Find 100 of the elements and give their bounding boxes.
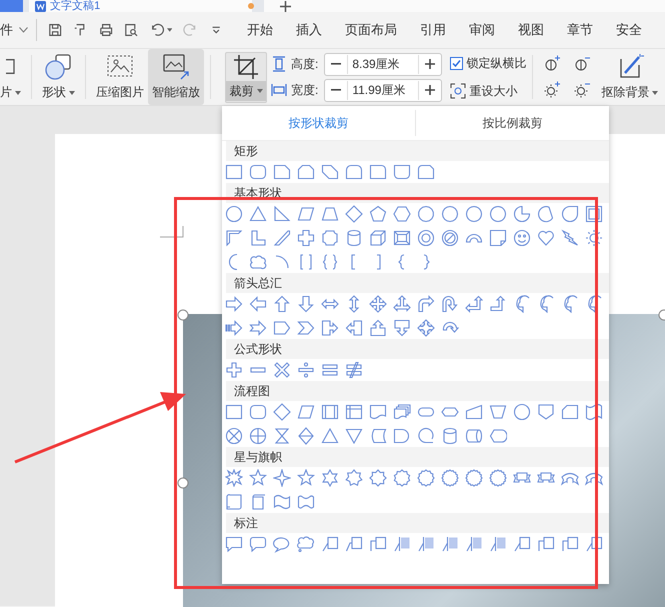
off-page-connector-icon[interactable]: [537, 403, 555, 421]
height-field[interactable]: 8.39厘米: [324, 52, 442, 76]
eight-point-star-icon[interactable]: [369, 469, 387, 487]
rectangle-icon[interactable]: [225, 163, 243, 181]
right-triangle-icon[interactable]: [273, 205, 291, 223]
reset-size-button[interactable]: 重设大小: [450, 82, 526, 100]
l-shape-icon[interactable]: [249, 229, 267, 247]
internal-storage-icon[interactable]: [345, 403, 363, 421]
accent-callout-icon[interactable]: [441, 535, 459, 553]
sixteen-point-star-icon[interactable]: [489, 469, 507, 487]
accent-callout-icon[interactable]: [489, 535, 507, 553]
cross-icon[interactable]: [297, 229, 315, 247]
decagon-icon[interactable]: [465, 205, 483, 223]
dodecagon-icon[interactable]: [489, 205, 507, 223]
not-equal-sign-icon[interactable]: [345, 361, 363, 379]
ten-point-star-icon[interactable]: [393, 469, 411, 487]
sort-diamond-icon[interactable]: [297, 427, 315, 445]
cloud-icon[interactable]: [249, 253, 267, 271]
left-callout-arrow-icon[interactable]: [345, 319, 363, 337]
down-callout-arrow-icon[interactable]: [393, 319, 411, 337]
donut-icon[interactable]: [417, 229, 435, 247]
chevron-icon[interactable]: [297, 319, 315, 337]
pentagon-arrow-icon[interactable]: [273, 319, 291, 337]
trapezoid-icon[interactable]: [321, 205, 339, 223]
rectangle-icon[interactable]: [225, 403, 243, 421]
explosion-icon[interactable]: [225, 469, 243, 487]
direct-access-storage-icon[interactable]: [465, 427, 483, 445]
pie-icon[interactable]: [513, 205, 531, 223]
display-icon[interactable]: [489, 427, 507, 445]
summing-junction-icon[interactable]: [225, 427, 243, 445]
quad-callout-arrow-icon[interactable]: [417, 319, 435, 337]
five-point-star-icon[interactable]: [249, 469, 267, 487]
bent-up-arrow-icon[interactable]: [489, 295, 507, 313]
division-sign-icon[interactable]: [297, 361, 315, 379]
parallelogram-icon[interactable]: [297, 403, 315, 421]
smiley-icon[interactable]: [513, 229, 531, 247]
teardrop-icon[interactable]: [561, 205, 579, 223]
bordered-line-callout-icon[interactable]: [537, 535, 555, 553]
manual-input-icon[interactable]: [465, 403, 483, 421]
inverted-trapezoid-icon[interactable]: [489, 403, 507, 421]
crop-mode-tab[interactable]: 按形状裁剪: [222, 106, 415, 140]
cloud-callout-icon[interactable]: [297, 535, 315, 553]
bent-arrow-icon[interactable]: [417, 295, 435, 313]
parallelogram-icon[interactable]: [297, 205, 315, 223]
u-turn-arrow-icon[interactable]: [441, 295, 459, 313]
six-point-star-icon[interactable]: [321, 469, 339, 487]
delay-icon[interactable]: [393, 427, 411, 445]
shape-button[interactable]: 形状: [38, 49, 79, 105]
bordered-line-callout-icon[interactable]: [561, 535, 579, 553]
cube-icon[interactable]: [369, 229, 387, 247]
heptagon-icon[interactable]: [417, 205, 435, 223]
pentagon-icon[interactable]: [369, 205, 387, 223]
print-preview-icon[interactable]: [124, 22, 138, 38]
no-symbol-icon[interactable]: [441, 229, 459, 247]
line-callout-icon[interactable]: [585, 535, 603, 553]
document-icon[interactable]: [369, 403, 387, 421]
quad-arrow-icon[interactable]: [369, 295, 387, 313]
crop-button[interactable]: 裁剪: [225, 52, 267, 103]
four-point-star-icon[interactable]: [273, 469, 291, 487]
line-callout-icon[interactable]: [321, 535, 339, 553]
plaque-icon[interactable]: [321, 229, 339, 247]
chord-icon[interactable]: [537, 205, 555, 223]
compress-picture-button[interactable]: 压缩图片: [92, 49, 148, 105]
round-corner-rectangle-icon[interactable]: [369, 163, 387, 181]
menu-tab[interactable]: 插入: [296, 17, 322, 43]
up-callout-arrow-icon[interactable]: [369, 319, 387, 337]
print-icon[interactable]: [98, 22, 114, 38]
accent-callout-icon[interactable]: [465, 535, 483, 553]
sun-icon[interactable]: [585, 229, 603, 247]
octagon-icon[interactable]: [441, 205, 459, 223]
twelve-point-star-icon[interactable]: [417, 469, 435, 487]
multiply-sign-icon[interactable]: [273, 361, 291, 379]
rectangle-callout-icon[interactable]: [225, 535, 243, 553]
triangle-icon[interactable]: [249, 205, 267, 223]
left-up-arrow-icon[interactable]: [465, 295, 483, 313]
frame-icon[interactable]: [585, 205, 603, 223]
up-arrow-icon[interactable]: [273, 295, 291, 313]
notched-right-arrow-icon[interactable]: [249, 319, 267, 337]
predefined-process-icon[interactable]: [321, 403, 339, 421]
plus-sign-icon[interactable]: [225, 361, 243, 379]
hourglass-icon[interactable]: [273, 427, 291, 445]
half-frame-icon[interactable]: [225, 229, 243, 247]
diagonal-stripe-icon[interactable]: [273, 229, 291, 247]
wave-icon[interactable]: [273, 493, 291, 511]
folded-corner-icon[interactable]: [489, 229, 507, 247]
accent-callout-icon[interactable]: [417, 535, 435, 553]
bevel-icon[interactable]: [393, 229, 411, 247]
menu-tab[interactable]: 章节: [567, 17, 594, 43]
save-icon[interactable]: [48, 22, 62, 38]
right-callout-arrow-icon[interactable]: [321, 319, 339, 337]
punched-tape-icon[interactable]: [585, 403, 603, 421]
menu-tab[interactable]: 开始: [247, 17, 274, 43]
arc-icon[interactable]: [273, 253, 291, 271]
inverted-triangle-icon[interactable]: [345, 427, 363, 445]
left-arrow-icon[interactable]: [249, 295, 267, 313]
menu-tab[interactable]: 视图: [518, 17, 544, 43]
double-brace-icon[interactable]: [321, 253, 339, 271]
document-tab[interactable]: 文字文稿1: [29, 0, 252, 12]
five-point-star-icon[interactable]: [297, 469, 315, 487]
stored-data-icon[interactable]: [369, 427, 387, 445]
